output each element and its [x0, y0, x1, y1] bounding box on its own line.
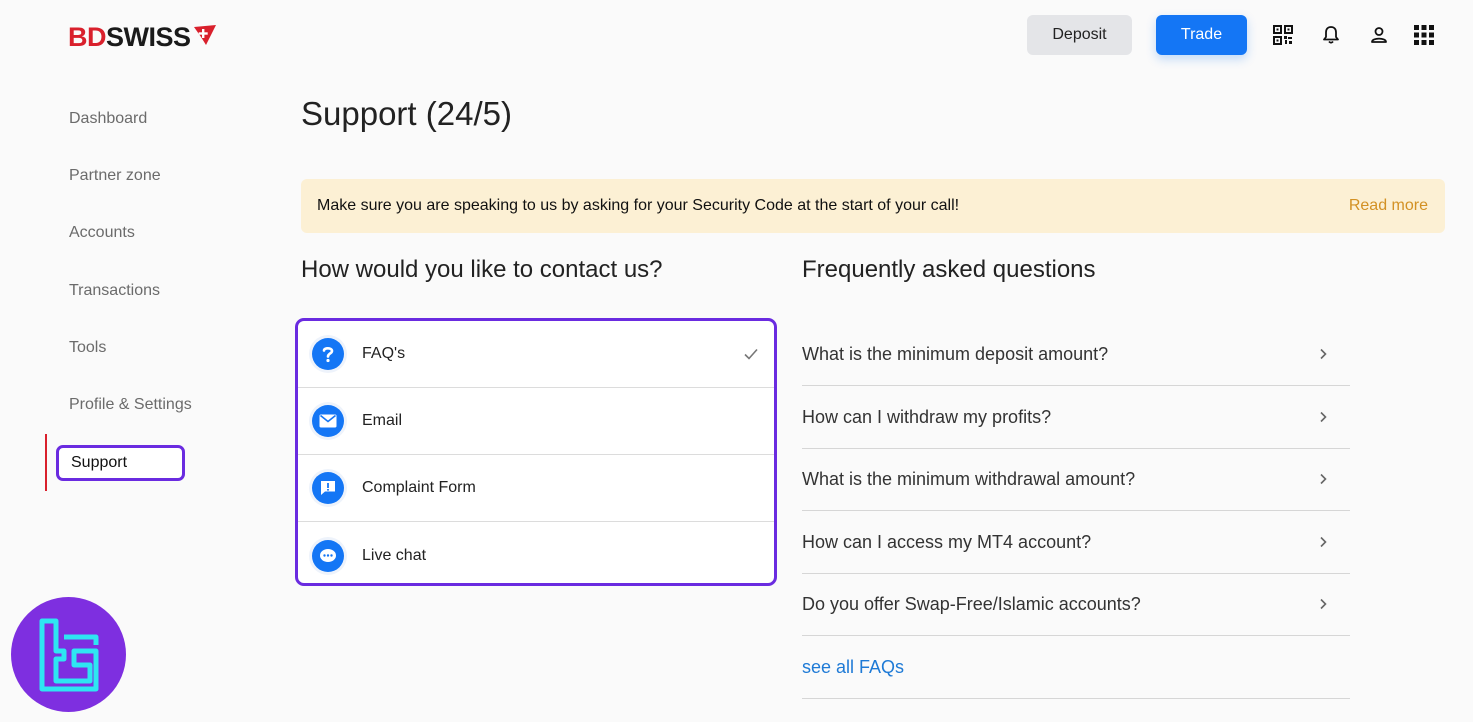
brand-flag-icon: [193, 24, 216, 45]
contact-option-live-chat[interactable]: Live chat: [298, 522, 774, 583]
chevron-right-icon: [1320, 473, 1327, 485]
chevron-right-icon: [1320, 536, 1327, 548]
contact-section-title: How would you like to contact us?: [301, 256, 663, 283]
brand-name-part2: SWISS: [106, 22, 191, 52]
watermark-logo: [11, 597, 126, 712]
qr-code-icon[interactable]: [1272, 24, 1294, 46]
faq-item[interactable]: How can I withdraw my profits?: [802, 386, 1350, 449]
chevron-right-icon: [1320, 598, 1327, 610]
email-icon: [312, 405, 344, 437]
read-more-link[interactable]: Read more: [1349, 197, 1428, 215]
security-notice-text: Make sure you are speaking to us by aski…: [317, 197, 960, 214]
sidebar-item-partner-zone[interactable]: Partner zone: [69, 167, 161, 185]
faq-item[interactable]: What is the minimum withdrawal amount?: [802, 448, 1350, 511]
watermark-logo-icon: [39, 618, 98, 691]
faq-question: How can I access my MT4 account?: [802, 531, 1092, 552]
faq-item[interactable]: How can I access my MT4 account?: [802, 511, 1350, 574]
sidebar-item-tools[interactable]: Tools: [69, 339, 106, 357]
trade-button[interactable]: Trade: [1156, 15, 1247, 55]
sidebar-item-accounts[interactable]: Accounts: [69, 224, 135, 242]
contact-option-email[interactable]: Email: [298, 388, 774, 455]
chevron-right-icon: [1320, 411, 1327, 423]
contact-option-label: Live chat: [362, 546, 427, 564]
user-icon[interactable]: [1368, 24, 1390, 46]
see-all-faqs-row: see all FAQs: [802, 636, 1350, 699]
faq-section-title: Frequently asked questions: [802, 256, 1096, 283]
faq-question: What is the minimum withdrawal amount?: [802, 468, 1136, 489]
sidebar-item-profile-settings[interactable]: Profile & Settings: [69, 396, 192, 414]
brand-logo[interactable]: BD SWISS: [68, 22, 216, 53]
bell-icon[interactable]: [1320, 24, 1342, 46]
see-all-faqs-link[interactable]: see all FAQs: [802, 657, 904, 678]
faq-question: How can I withdraw my profits?: [802, 406, 1052, 427]
faq-item[interactable]: Do you offer Swap-Free/Islamic accounts?: [802, 573, 1350, 636]
chevron-right-icon: [1320, 348, 1327, 360]
contact-option-faqs[interactable]: FAQ's: [298, 321, 774, 388]
contact-option-complaint-form[interactable]: Complaint Form: [298, 455, 774, 522]
question-icon: [312, 338, 344, 370]
contact-option-label: FAQ's: [362, 345, 406, 362]
sidebar-active-indicator: [45, 434, 47, 491]
sidebar-item-transactions[interactable]: Transactions: [69, 282, 160, 300]
contact-option-label: Email: [362, 412, 403, 429]
page-title: Support (24/5): [301, 95, 512, 132]
security-notice: Make sure you are speaking to us by aski…: [301, 179, 1445, 233]
complaint-icon: [312, 472, 344, 504]
deposit-button[interactable]: Deposit: [1027, 15, 1132, 55]
faq-question: What is the minimum deposit amount?: [802, 343, 1109, 364]
sidebar-item-support[interactable]: Support: [56, 445, 185, 481]
faq-question: Do you offer Swap-Free/Islamic accounts?: [802, 593, 1141, 614]
sidebar-item-dashboard[interactable]: Dashboard: [69, 110, 147, 128]
check-icon: [744, 348, 758, 360]
faq-item[interactable]: What is the minimum deposit amount?: [802, 323, 1350, 386]
contact-option-label: Complaint Form: [362, 479, 476, 496]
brand-name-part1: BD: [68, 22, 107, 52]
apps-grid-icon[interactable]: [1413, 24, 1435, 46]
contact-options-list: FAQ's Email Complaint Form Live chat: [295, 318, 777, 586]
chat-icon: [312, 539, 344, 572]
